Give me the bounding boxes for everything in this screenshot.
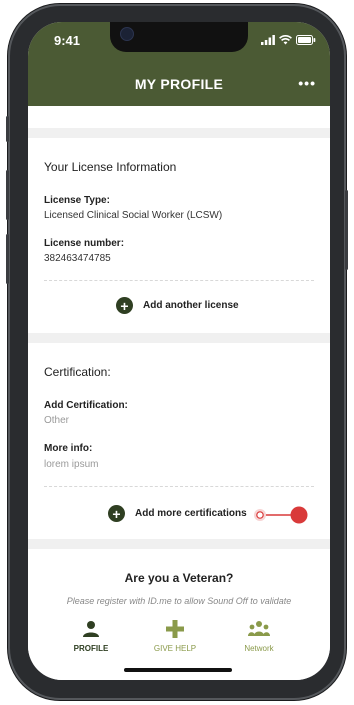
veteran-card: Are you a Veteran? Please register with … xyxy=(28,549,330,608)
person-icon xyxy=(83,621,99,637)
more-info-label: More info: xyxy=(44,443,93,454)
camera xyxy=(120,27,134,41)
mute-switch xyxy=(6,116,9,142)
add-license-label: Add another license xyxy=(143,300,239,311)
tab-profile[interactable]: PROFILE xyxy=(51,618,131,653)
volume-down-button xyxy=(6,234,9,284)
add-license-button[interactable]: + Add another license xyxy=(116,297,239,314)
power-button xyxy=(345,190,348,270)
license-card: Your License Information License Type: L… xyxy=(28,138,330,333)
add-cert-label: Add Certification: xyxy=(44,400,128,411)
add-circle-icon: + xyxy=(108,505,125,522)
add-certifications-button[interactable]: + Add more certifications xyxy=(108,505,247,522)
tab-bar: PROFILE GIVE HELP Network xyxy=(28,608,330,680)
veteran-heading: Are you a Veteran? xyxy=(124,571,234,585)
certification-heading: Certification: xyxy=(44,365,111,379)
divider xyxy=(44,486,314,487)
tab-give-help-label: GIVE HELP xyxy=(153,644,197,653)
license-type-label: License Type: xyxy=(44,195,110,206)
license-heading: Your License Information xyxy=(44,160,177,174)
plus-cross-icon xyxy=(166,620,184,638)
signal-icon xyxy=(261,35,275,45)
battery-icon xyxy=(296,35,316,45)
add-cert-value: Other xyxy=(44,415,70,426)
divider xyxy=(44,280,314,281)
top-card-remnant xyxy=(28,106,330,128)
toggle-slider[interactable] xyxy=(254,505,310,525)
more-dots-icon[interactable]: ••• xyxy=(298,75,316,91)
add-circle-icon: + xyxy=(116,297,133,314)
tab-give-help[interactable]: GIVE HELP xyxy=(135,618,215,653)
license-type-value: Licensed Clinical Social Worker (LCSW) xyxy=(44,210,223,221)
home-indicator xyxy=(124,668,232,672)
veteran-text: Please register with ID.me to allow Soun… xyxy=(66,596,292,606)
license-number-value: 382463474785 xyxy=(44,253,111,264)
app-header: 9:41 MY PROFILE ••• xyxy=(28,22,330,106)
status-icons xyxy=(261,35,316,45)
screen: 9:41 MY PROFILE ••• Your License Informa… xyxy=(28,22,330,680)
more-info-value: lorem ipsum xyxy=(44,459,99,470)
add-certifications-label: Add more certifications xyxy=(135,508,247,519)
tab-profile-label: PROFILE xyxy=(73,644,109,653)
wifi-icon xyxy=(279,35,292,45)
tab-network-label: Network xyxy=(244,644,274,653)
page-title: MY PROFILE xyxy=(134,76,224,92)
status-time: 9:41 xyxy=(54,33,81,48)
group-icon xyxy=(248,621,270,636)
volume-up-button xyxy=(6,170,9,220)
certification-card: Certification: Add Certification: Other … xyxy=(28,343,330,539)
license-number-label: License number: xyxy=(44,238,125,249)
tab-network[interactable]: Network xyxy=(219,618,299,653)
